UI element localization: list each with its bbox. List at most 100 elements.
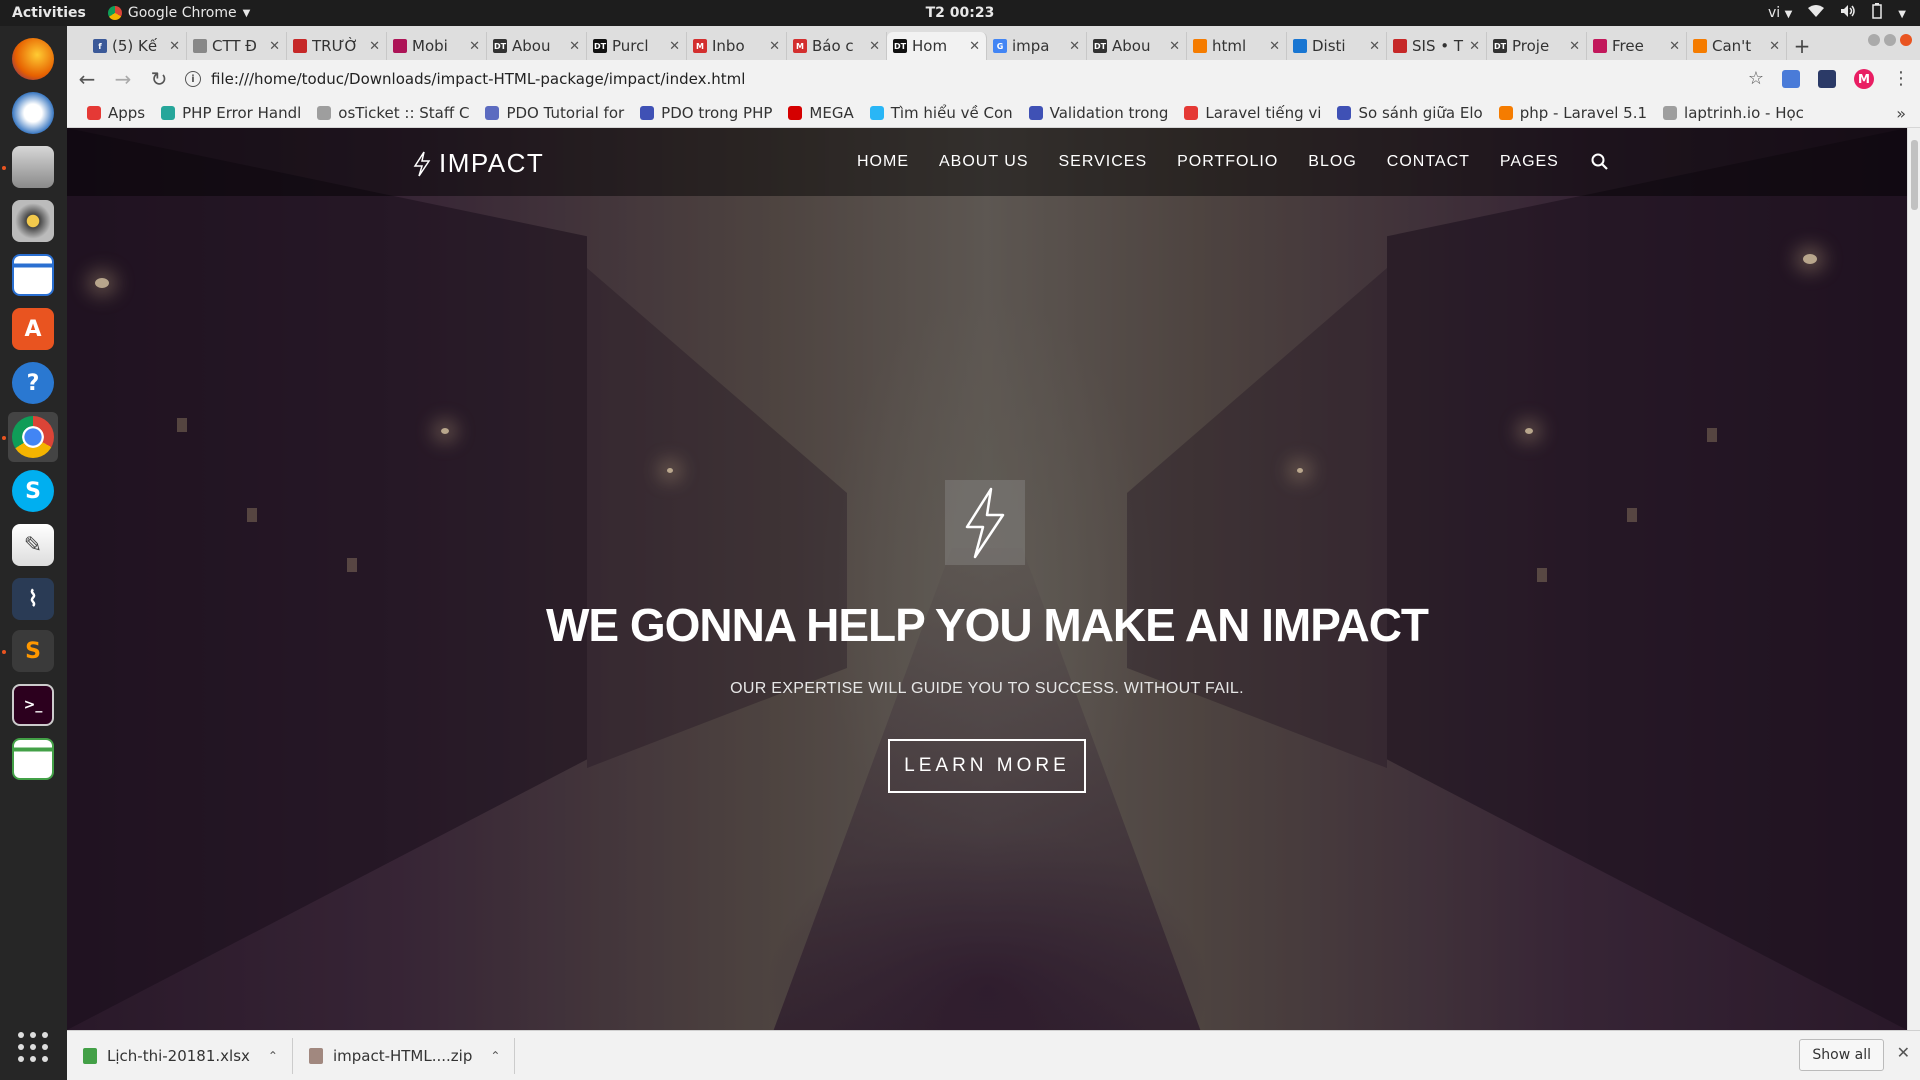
nav-link-home[interactable]: HOME [857,153,909,171]
browser-tab[interactable]: Disti ✕ [1287,32,1387,60]
scrollbar-thumb[interactable] [1911,140,1918,210]
battery-icon[interactable] [1872,3,1883,23]
bookmark-item[interactable]: PHP Error Handl [153,104,309,122]
dock-thunderbird[interactable] [8,88,58,138]
nav-link-contact[interactable]: CONTACT [1387,153,1470,171]
bookmark-item[interactable]: Tìm hiểu về Con [862,104,1021,122]
close-tab-icon[interactable]: ✕ [1469,39,1480,54]
close-tab-icon[interactable]: ✕ [169,39,180,54]
close-tab-icon[interactable]: ✕ [1369,39,1380,54]
browser-tab[interactable]: TRƯỜ ✕ [287,32,387,60]
close-tab-icon[interactable]: ✕ [269,39,280,54]
close-tab-icon[interactable]: ✕ [869,39,880,54]
bookmark-item[interactable]: laptrinh.io - Học [1655,104,1812,122]
chevron-up-icon[interactable]: ⌃ [268,1049,278,1063]
menu-kebab-icon[interactable]: ⋮ [1892,68,1910,89]
clock[interactable]: T2 00:23 [0,5,1920,21]
bookmark-item[interactable]: Laravel tiếng vi [1176,104,1329,122]
dock-writer[interactable] [8,250,58,300]
app-menu[interactable]: Google Chrome ▼ [107,5,250,21]
browser-tab[interactable]: Gimpa ✕ [987,32,1087,60]
dock-calc[interactable] [8,734,58,784]
activities-button[interactable]: Activities [12,5,86,21]
forward-button[interactable]: → [107,63,139,95]
close-tab-icon[interactable]: ✕ [969,39,980,54]
dock-files[interactable] [8,142,58,192]
close-window-button[interactable] [1900,34,1912,46]
bookmark-item[interactable]: MEGA [780,104,861,122]
dock-firefox[interactable] [8,34,58,84]
wifi-icon[interactable] [1808,4,1825,22]
nav-link-blog[interactable]: BLOG [1308,153,1356,171]
download-item[interactable]: Lịch-thi-20181.xlsx ⌃ [67,1037,293,1074]
site-logo[interactable]: IMPACT [413,148,544,179]
browser-tab[interactable]: Free ✕ [1587,32,1687,60]
back-button[interactable]: ← [71,63,103,95]
chevron-up-icon[interactable]: ⌃ [490,1049,500,1063]
close-icon[interactable]: ✕ [1897,1043,1910,1062]
info-icon[interactable]: i [185,71,201,87]
browser-tab[interactable]: html ✕ [1187,32,1287,60]
dock-help[interactable]: ? [8,358,58,408]
volume-icon[interactable] [1840,4,1856,22]
close-tab-icon[interactable]: ✕ [1269,39,1280,54]
dock-rhythmbox[interactable] [8,196,58,246]
browser-tab[interactable]: M Inbo ✕ [687,32,787,60]
dock-chrome[interactable] [8,412,58,462]
bookmark-item[interactable]: Apps [79,104,153,122]
dock-sublime[interactable]: S [8,626,58,676]
browser-tab[interactable]: f (5) Kế ✕ [87,32,187,60]
browser-tab[interactable]: DT Abou ✕ [1087,32,1187,60]
star-icon[interactable]: ☆ [1748,68,1764,89]
show-all-downloads-button[interactable]: Show all [1799,1039,1884,1071]
dock-skype[interactable]: S [8,466,58,516]
nav-link-pages[interactable]: PAGES [1500,153,1559,171]
browser-tab[interactable]: DT Abou ✕ [487,32,587,60]
dock-terminal[interactable]: >_ [8,680,58,730]
browser-tab[interactable]: DT Proje ✕ [1487,32,1587,60]
page-scrollbar[interactable] [1907,128,1920,1030]
nav-link-services[interactable]: SERVICES [1059,153,1148,171]
search-icon[interactable] [1591,153,1609,171]
address-bar[interactable]: i file:///home/toduc/Downloads/impact-HT… [185,64,1745,94]
close-tab-icon[interactable]: ✕ [1669,39,1680,54]
maximize-button[interactable] [1884,34,1896,46]
close-tab-icon[interactable]: ✕ [669,39,680,54]
dock-text-editor[interactable]: ✎ [8,520,58,570]
dock-software[interactable]: A [8,304,58,354]
extension-icon[interactable] [1818,69,1836,88]
close-tab-icon[interactable]: ✕ [1069,39,1080,54]
profile-avatar[interactable]: M [1854,68,1874,89]
browser-tab[interactable]: CTT Đ ✕ [187,32,287,60]
close-tab-icon[interactable]: ✕ [469,39,480,54]
close-tab-icon[interactable]: ✕ [1769,39,1780,54]
learn-more-button[interactable]: LEARN MORE [888,739,1086,793]
bookmark-item[interactable]: osTicket :: Staff C [309,104,477,122]
reload-button[interactable]: ↻ [143,63,175,95]
show-applications-icon[interactable] [18,1032,48,1062]
close-tab-icon[interactable]: ✕ [769,39,780,54]
browser-tab[interactable]: DT Purcl ✕ [587,32,687,60]
minimize-button[interactable] [1868,34,1880,46]
bookmark-item[interactable]: php - Laravel 5.1 [1491,104,1655,122]
bookmark-item[interactable]: PDO trong PHP [632,104,780,122]
nav-link-portfolio[interactable]: PORTFOLIO [1177,153,1278,171]
chevron-more-icon[interactable]: » [1896,104,1906,123]
browser-tab[interactable]: DT Hom ✕ [887,32,987,60]
close-tab-icon[interactable]: ✕ [1569,39,1580,54]
language-indicator[interactable]: vi ▼ [1768,5,1792,21]
browser-tab[interactable]: Mobi ✕ [387,32,487,60]
browser-tab[interactable]: Can't ✕ [1687,32,1787,60]
bookmark-item[interactable]: Validation trong [1021,104,1177,122]
bookmark-item[interactable]: PDO Tutorial for [477,104,632,122]
browser-tab[interactable]: SIS • T ✕ [1387,32,1487,60]
close-tab-icon[interactable]: ✕ [569,39,580,54]
close-tab-icon[interactable]: ✕ [1169,39,1180,54]
system-menu[interactable]: ▼ [1898,5,1906,21]
new-tab-button[interactable]: + [1787,32,1817,60]
nav-link-about-us[interactable]: ABOUT US [939,153,1029,171]
download-item[interactable]: impact-HTML....zip ⌃ [293,1037,516,1074]
dock-dbeaver[interactable]: ⌇ [8,574,58,624]
browser-tab[interactable]: M Báo c ✕ [787,32,887,60]
bookmark-item[interactable]: So sánh giữa Elo [1329,104,1490,122]
